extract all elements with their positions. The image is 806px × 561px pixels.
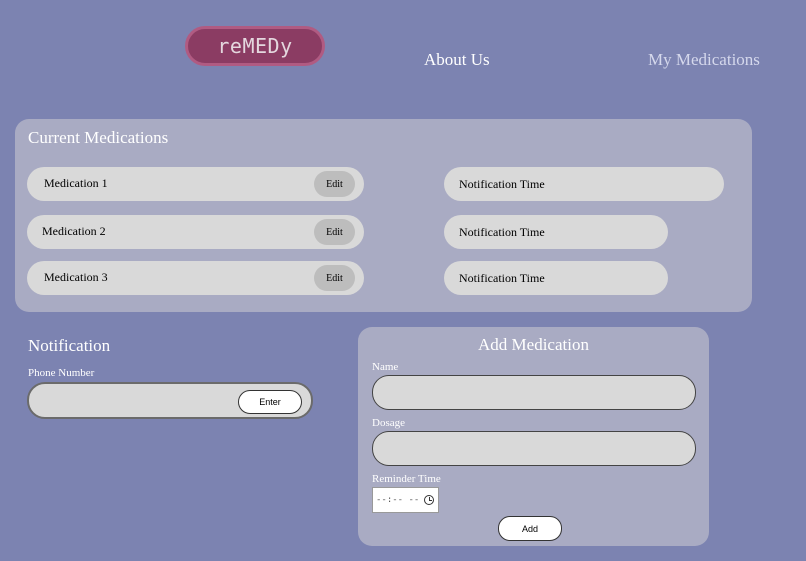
notification-title: Notification xyxy=(28,336,111,355)
notification-time-label: Notification Time xyxy=(459,177,545,191)
dosage-input[interactable] xyxy=(372,431,696,466)
medication-name: Medication 2 xyxy=(42,224,106,238)
reminder-time-label: Reminder Time xyxy=(372,473,441,485)
name-input[interactable] xyxy=(372,375,696,410)
medication-row: Medication 1 Edit xyxy=(27,167,364,201)
phone-number-label: Phone Number xyxy=(28,367,95,379)
logo[interactable]: reMEDy xyxy=(185,26,325,66)
clock-icon[interactable] xyxy=(424,495,434,505)
current-medications-title: Current Medications xyxy=(28,128,169,147)
notification-time-1[interactable]: Notification Time xyxy=(444,167,724,201)
medication-name: Medication 3 xyxy=(44,270,108,284)
nav-my-medications[interactable]: My Medications xyxy=(648,50,760,70)
current-medications-panel: Current Medications Medication 1 Edit No… xyxy=(15,119,752,312)
reminder-time-input[interactable]: --:-- -- xyxy=(372,487,439,513)
edit-medication-3-button[interactable]: Edit xyxy=(314,265,355,291)
notification-time-2[interactable]: Notification Time xyxy=(444,215,668,249)
edit-medication-2-button[interactable]: Edit xyxy=(314,219,355,245)
reminder-time-value: --:-- -- xyxy=(376,495,420,505)
enter-button[interactable]: Enter xyxy=(238,390,302,414)
medication-row: Medication 2 Edit xyxy=(27,215,364,249)
phone-number-input[interactable]: Enter xyxy=(27,382,313,419)
add-button[interactable]: Add xyxy=(498,516,562,541)
medication-name: Medication 1 xyxy=(44,176,108,190)
medication-row: Medication 3 Edit xyxy=(27,261,364,295)
dosage-label: Dosage xyxy=(372,417,405,429)
nav-about-us[interactable]: About Us xyxy=(424,50,490,70)
add-medication-title: Add Medication xyxy=(478,335,589,354)
add-medication-panel: Add Medication Name Dosage Reminder Time… xyxy=(358,327,709,546)
notification-time-3[interactable]: Notification Time xyxy=(444,261,668,295)
name-label: Name xyxy=(372,361,399,373)
notification-time-label: Notification Time xyxy=(459,271,545,285)
edit-medication-1-button[interactable]: Edit xyxy=(314,171,355,197)
notification-time-label: Notification Time xyxy=(459,225,545,239)
